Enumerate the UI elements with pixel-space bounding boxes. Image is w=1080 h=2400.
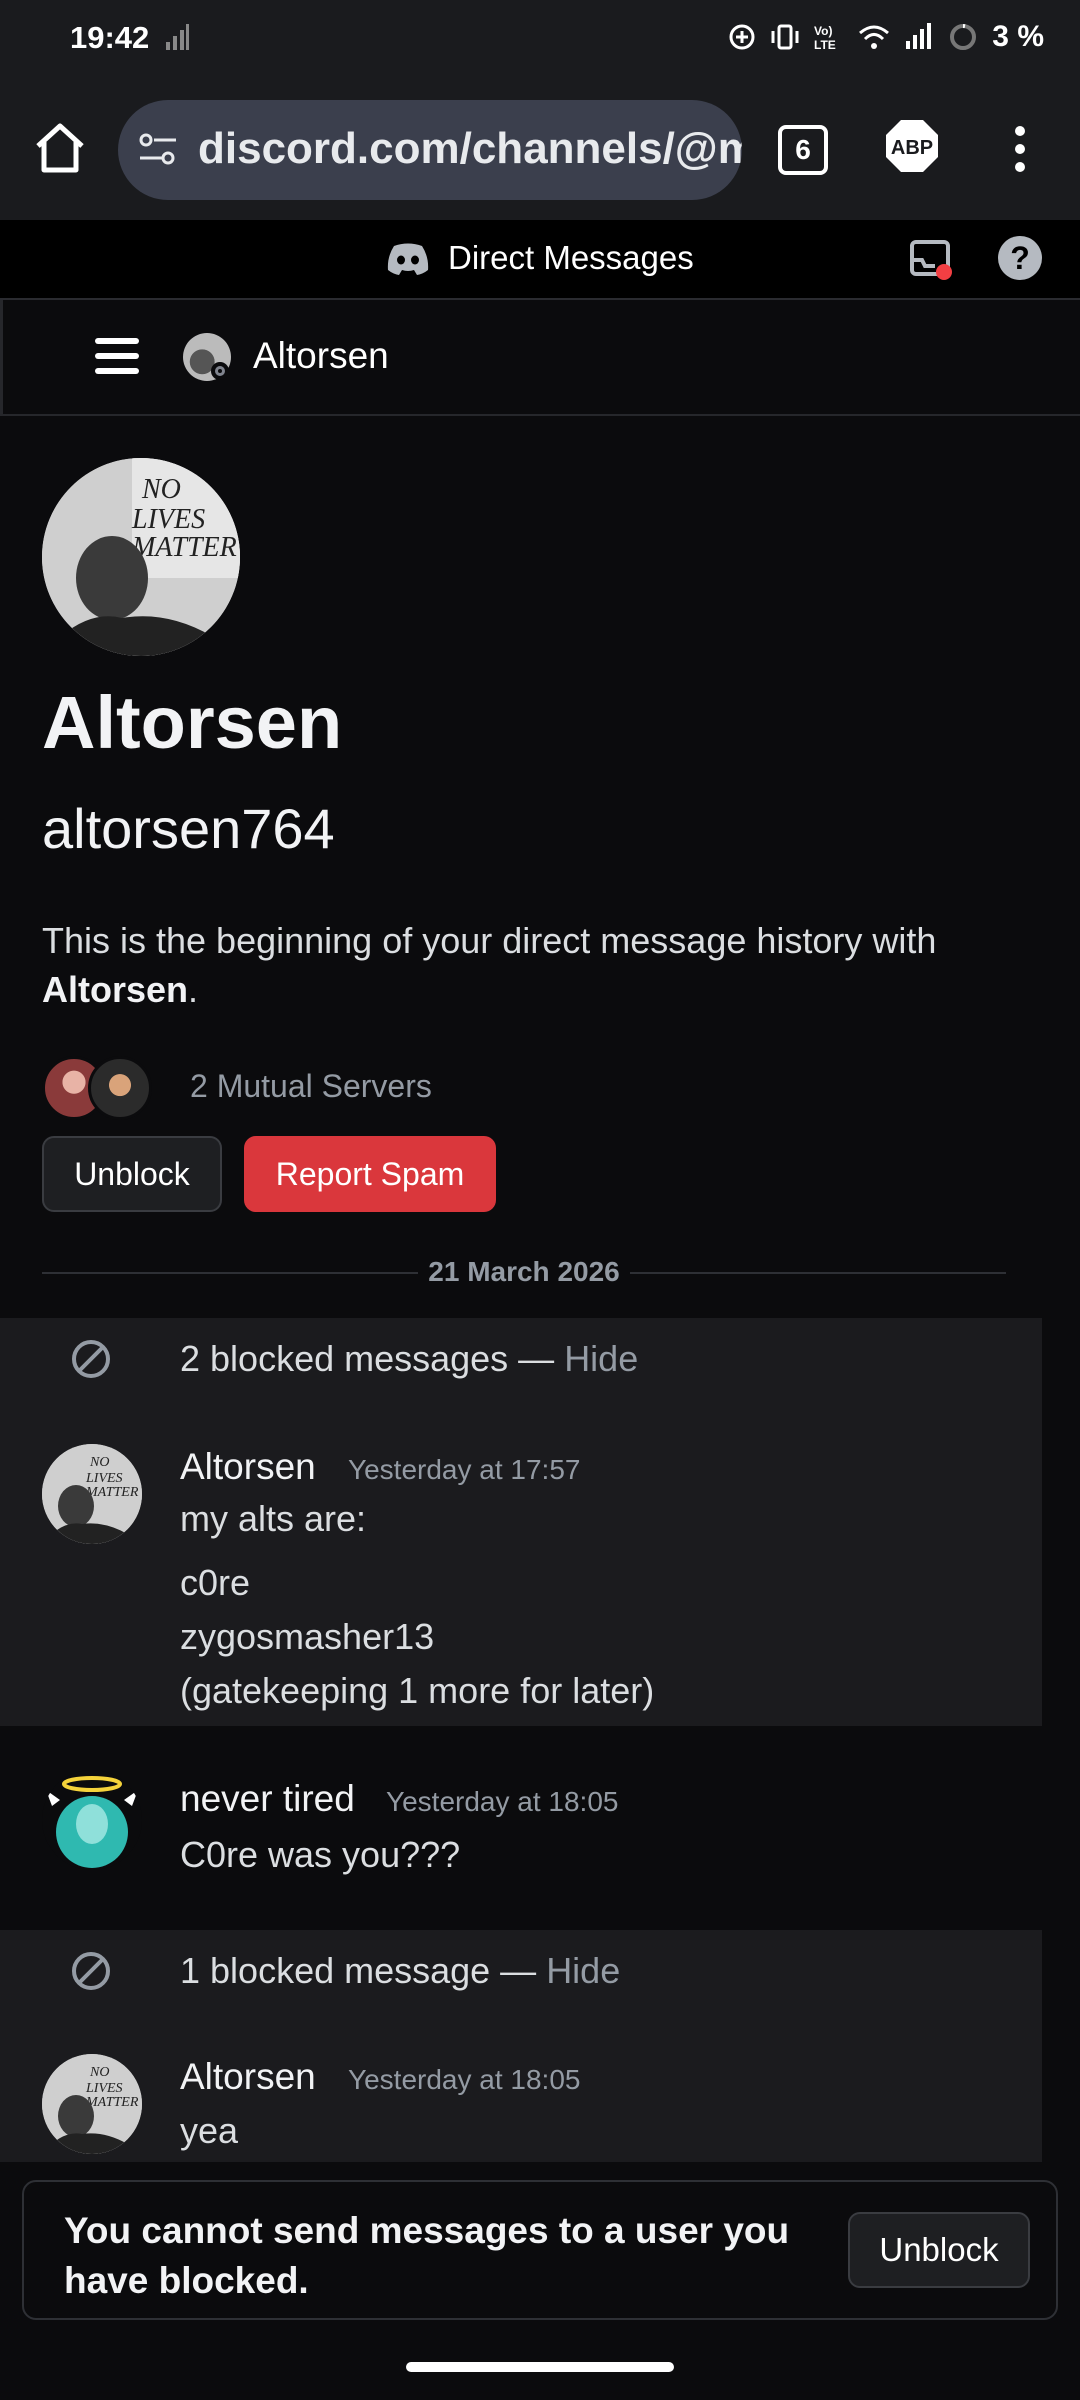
inbox-icon[interactable] — [908, 236, 954, 282]
message-text: (gatekeeping 1 more for later) — [180, 1670, 655, 1711]
blocked-notice-bar: You cannot send messages to a user you h… — [22, 2180, 1058, 2320]
svg-text:LIVES: LIVES — [85, 2081, 123, 2096]
channel-header: Altorsen — [0, 300, 1080, 416]
more-options-icon[interactable] — [1006, 124, 1034, 174]
signal-icon — [906, 23, 932, 49]
date-divider: 21 March 2026 — [42, 1256, 1006, 1287]
svg-text:MATTER: MATTER — [85, 1485, 139, 1500]
vibrate-icon — [771, 24, 799, 50]
offline-status-icon — [211, 362, 229, 380]
clock: 19:42 — [70, 20, 150, 55]
svg-text:NO: NO — [141, 474, 181, 505]
blocked-message-group: 2 blocked messages — Hide NO LIVES MATTER … — [0, 1318, 1042, 1726]
intro-username: Altorsen — [42, 969, 189, 1010]
mutual-server-icons[interactable] — [42, 1056, 152, 1120]
site-settings-icon[interactable] — [138, 130, 178, 170]
gesture-navigation-bar[interactable] — [406, 2362, 674, 2372]
svg-text:LIVES: LIVES — [131, 504, 205, 535]
avatar[interactable] — [42, 1770, 142, 1870]
hamburger-menu-icon[interactable] — [95, 338, 139, 383]
url-text: discord.com/channels/@me — [198, 124, 742, 173]
volte-icon: Vo)LTE — [814, 24, 836, 51]
unblock-button[interactable]: Unblock — [42, 1136, 222, 1212]
message-timestamp: Yesterday at 18:05 — [386, 1786, 619, 1817]
tab-switcher-button[interactable]: 6 — [778, 125, 828, 175]
blocked-messages-row: 2 blocked messages — Hide — [0, 1318, 1042, 1398]
signal-weak-icon — [166, 24, 189, 50]
svg-text:LIVES: LIVES — [85, 1471, 123, 1486]
status-bar: 19:42 Vo) LTE 3 % — [0, 0, 1080, 80]
blocked-icon — [72, 1952, 110, 1990]
discord-logo-icon — [387, 243, 429, 275]
svg-text:NO: NO — [89, 2065, 109, 2080]
profile-username: altorsen764 — [42, 797, 335, 860]
battery-percent: 3 % — [992, 20, 1044, 53]
profile-photo: NO LIVES MATTER 764 — [42, 458, 240, 656]
dm-top-bar: Direct Messages ? — [0, 222, 1080, 300]
unblock-button[interactable]: Unblock — [848, 2212, 1030, 2288]
blocked-count: 2 blocked messages — — [180, 1338, 565, 1379]
blocked-notice-text: You cannot send messages to a user you h… — [64, 2210, 790, 2301]
message-text: my alts are: — [180, 1498, 367, 1539]
hide-link[interactable]: Hide — [564, 1338, 638, 1379]
blocked-message-group: 1 blocked message — Hide NO LIVES MATTER A… — [0, 1930, 1042, 2162]
help-icon[interactable]: ? — [998, 236, 1042, 280]
profile-display-name: Altorsen — [42, 681, 343, 764]
message-text: c0re — [180, 1562, 251, 1603]
avatar[interactable]: NO LIVES MATTER — [42, 2054, 142, 2154]
message-timestamp: Yesterday at 18:05 — [348, 2064, 581, 2095]
mutual-servers-link[interactable]: 2 Mutual Servers — [190, 1068, 432, 1105]
message-text: C0re was you??? — [180, 1834, 461, 1875]
status-icons: Vo) LTE 3 % — [728, 20, 1044, 54]
server-icon[interactable] — [88, 1056, 152, 1120]
address-bar[interactable]: discord.com/channels/@me — [118, 100, 742, 200]
report-spam-button[interactable]: Report Spam — [244, 1136, 496, 1212]
data-saver-icon — [729, 24, 755, 50]
svg-text:MATTER: MATTER — [85, 2095, 139, 2110]
svg-text:NO: NO — [89, 1455, 109, 1470]
date-label: 21 March 2026 — [418, 1256, 630, 1287]
svg-text:MATTER: MATTER — [131, 532, 237, 563]
dm-title: Direct Messages — [448, 239, 694, 276]
dm-intro-text: This is the beginning of your direct mes… — [42, 920, 937, 1010]
message-timestamp: Yesterday at 17:57 — [348, 1454, 581, 1485]
svg-text:LTE: LTE — [814, 38, 836, 51]
blocked-count: 1 blocked message — — [180, 1950, 547, 1991]
blocked-messages-row: 1 blocked message — Hide — [0, 1930, 1042, 2010]
message-author[interactable]: Altorsen — [180, 1446, 316, 1488]
svg-text:ABP: ABP — [891, 137, 933, 159]
message-author[interactable]: never tired — [180, 1778, 355, 1820]
battery-ring-icon — [950, 24, 977, 50]
wifi-icon — [859, 25, 890, 49]
message-text: yea — [180, 2110, 239, 2151]
channel-name[interactable]: Altorsen — [253, 335, 389, 377]
adblock-icon[interactable]: ABP — [884, 118, 940, 174]
blocked-icon — [72, 1340, 110, 1378]
message-author[interactable]: Altorsen — [180, 2056, 316, 2098]
home-icon[interactable] — [30, 118, 90, 178]
browser-toolbar: discord.com/channels/@me 6 ABP — [0, 80, 1080, 222]
avatar[interactable]: NO LIVES MATTER — [42, 1444, 142, 1544]
hide-link[interactable]: Hide — [546, 1950, 620, 1991]
profile-avatar[interactable]: NO LIVES MATTER 764 — [42, 458, 240, 656]
svg-text:Vo): Vo) — [814, 24, 832, 38]
message-text: zygosmasher13 — [180, 1616, 435, 1657]
